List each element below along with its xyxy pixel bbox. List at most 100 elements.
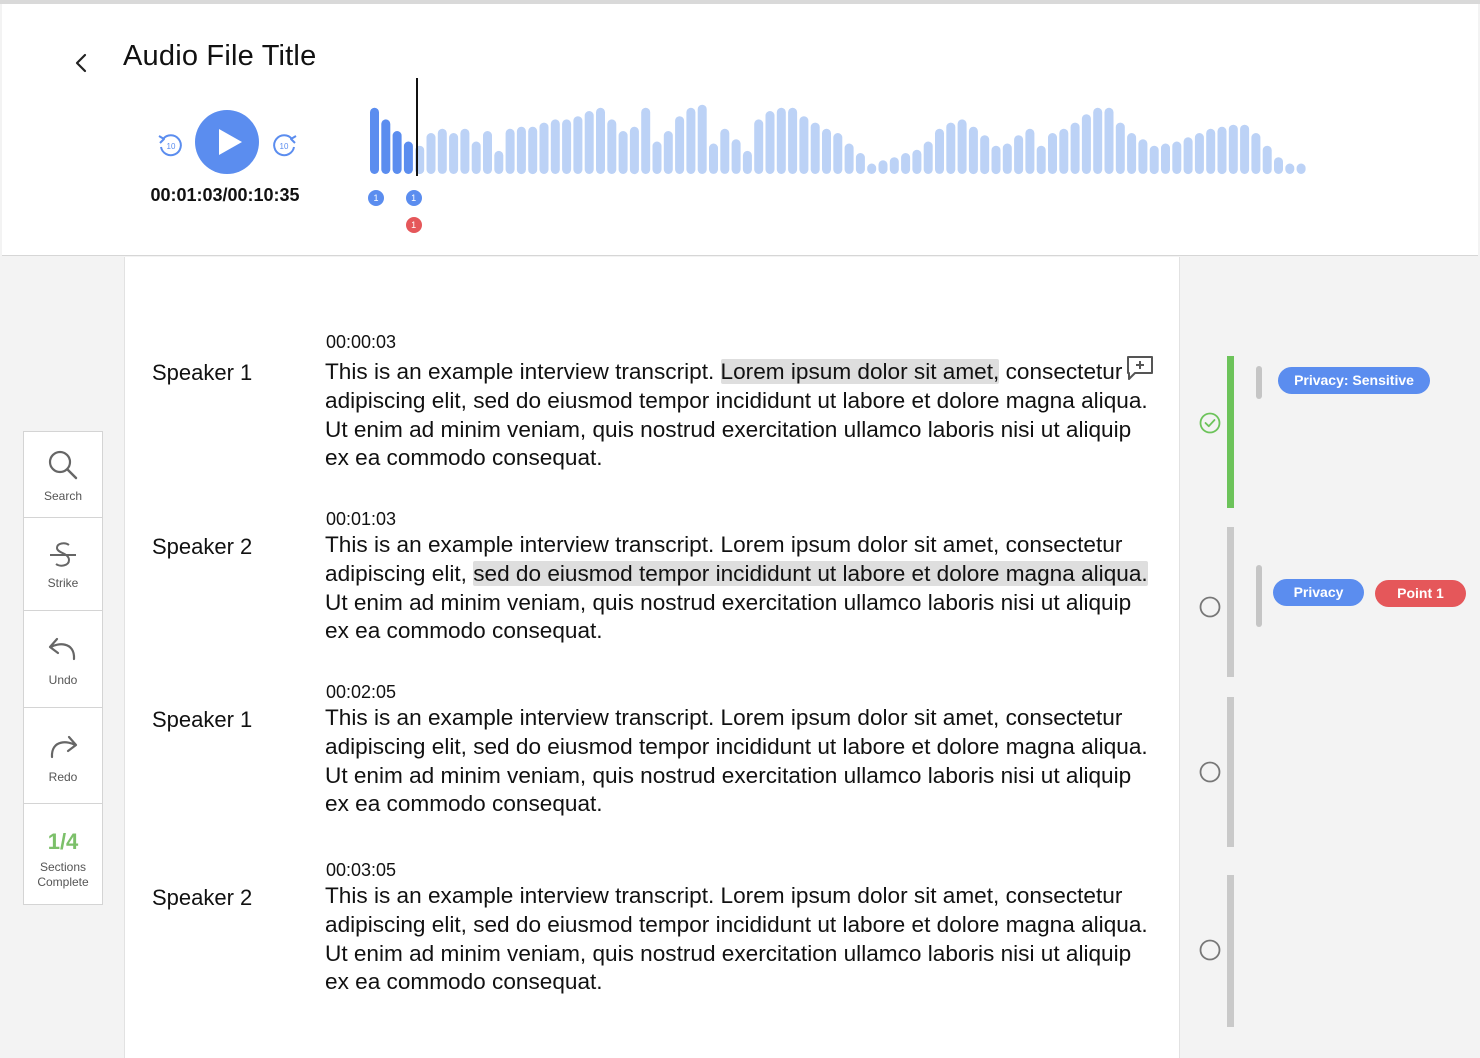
undo-label: Undo [48,673,78,687]
waveform-bar [776,107,786,174]
waveform-bar [1251,133,1261,174]
speaker-label: Speaker 1 [152,360,253,385]
section-incomplete-circle-icon[interactable] [1199,939,1221,961]
tag-privacy-sensitive[interactable]: Privacy: Sensitive [1278,367,1430,394]
waveform-bar [1081,114,1091,174]
play-button[interactable] [195,110,259,174]
waveform-bar [1014,135,1024,175]
waveform-bar [675,116,685,174]
waveform-bar [562,119,572,174]
skip-back-button[interactable]: 10 [155,130,185,160]
waveform-bar [833,133,843,174]
section-complete-check-icon[interactable] [1199,412,1221,434]
waveform-bar [935,128,944,174]
waveform-bar [618,131,628,174]
waveform-bar-played [403,141,413,174]
waveform-bar [1217,126,1227,175]
tag-drag-handle[interactable] [1256,366,1262,399]
tag-drag-handle[interactable] [1256,565,1262,627]
undo-icon [48,637,76,661]
segment-text[interactable]: This is an example interview transcript.… [325,358,1155,473]
waveform-bar [584,111,594,174]
waveform-bar [1194,133,1204,174]
sections-complete-count: 1/4 [47,829,79,854]
waveform-bar [607,119,617,174]
segment-timestamp[interactable]: 00:03:05 [326,860,396,881]
waveform-bar [1262,145,1272,175]
waveform-bar [799,116,809,174]
comment-marker-blue[interactable]: 1 [405,190,422,206]
waveform-bar [1183,137,1193,175]
segment-text-after: Ut enim ad minim veniam, quis nostrud ex… [325,589,1132,644]
skip-back-seconds: 10 [167,142,176,151]
waveform-bar [652,141,662,174]
section-incomplete-circle-icon[interactable] [1199,596,1221,618]
redo-button[interactable]: Redo [24,708,102,804]
segment-text[interactable]: This is an example interview transcript.… [325,704,1155,819]
search-button[interactable]: Search [24,432,102,518]
strike-button[interactable]: Strike [24,518,102,611]
waveform-bar [483,131,492,174]
back-button[interactable] [68,48,96,78]
waveform-bar [1059,128,1069,174]
waveform-bar-played [370,107,379,174]
waveform-bar [878,160,888,174]
segment-text-before: This is an example interview transcript.… [325,705,1148,817]
waveform-bar [923,141,933,174]
segment-timestamp[interactable]: 00:02:05 [326,682,396,703]
waveform-bar [912,149,922,174]
speaker-label: Speaker 1 [152,707,253,732]
segment-text[interactable]: This is an example interview transcript.… [325,882,1155,997]
strikethrough-icon [50,542,76,567]
waveform-bar [426,133,436,174]
skip-forward-button[interactable]: 10 [270,130,300,160]
tag-point-1[interactable]: Point 1 [1375,580,1466,607]
waveform-bar [946,122,956,174]
waveform-bar [1149,145,1159,175]
waveform-bar [460,128,470,174]
waveform-bar-played [381,119,391,174]
section-indicator [1227,875,1234,1027]
waveform-bar [641,107,651,174]
section-indicator [1227,697,1234,847]
undo-button[interactable]: Undo [24,611,102,708]
speaker-label: Speaker 2 [152,534,253,559]
waveform-bar [889,157,899,174]
search-label: Search [43,489,83,503]
audio-waveform[interactable] [360,60,1320,180]
waveform-bar [1127,133,1137,174]
waveform-bar [1104,107,1114,174]
waveform-bar [629,126,639,175]
waveform-bar [1228,124,1238,174]
playhead[interactable] [416,78,418,176]
waveform-bar [754,119,764,174]
tag-privacy[interactable]: Privacy [1273,579,1364,606]
sections-complete-label-line2: Complete [37,875,89,889]
comment-marker-blue[interactable]: 1 [368,190,384,206]
section-incomplete-circle-icon[interactable] [1199,761,1221,783]
waveform-bar [1070,122,1080,174]
section-indicator-complete [1227,356,1234,508]
waveform-bar [686,107,696,174]
replay-10-icon: 10 [158,134,182,157]
segment-text[interactable]: This is an example interview transcript.… [325,531,1155,646]
waveform-bar-played [392,131,402,174]
segment-timestamp[interactable]: 00:00:03 [326,332,396,353]
highlighted-text[interactable]: Lorem ipsum dolor sit amet, [720,359,1000,384]
waveform-bar [844,143,854,174]
highlighted-text[interactable]: sed do eiusmod tempor incididunt ut labo… [473,560,1148,586]
waveform-bar [1115,122,1125,174]
forward-10-icon: 10 [273,134,297,157]
comment-marker-red[interactable]: 1 [405,217,422,233]
waveform-bar [505,128,515,174]
waveform-bar [731,139,741,174]
waveform-bar [867,163,877,174]
waveform-bar [720,128,730,174]
waveform-bar [1036,145,1046,175]
waveform-bar [822,128,831,174]
segment-timestamp[interactable]: 00:01:03 [326,509,396,530]
waveform-bar [1206,128,1216,174]
waveform-bar [516,126,526,175]
waveform-bar [991,145,1001,175]
waveform-bar [709,143,718,174]
